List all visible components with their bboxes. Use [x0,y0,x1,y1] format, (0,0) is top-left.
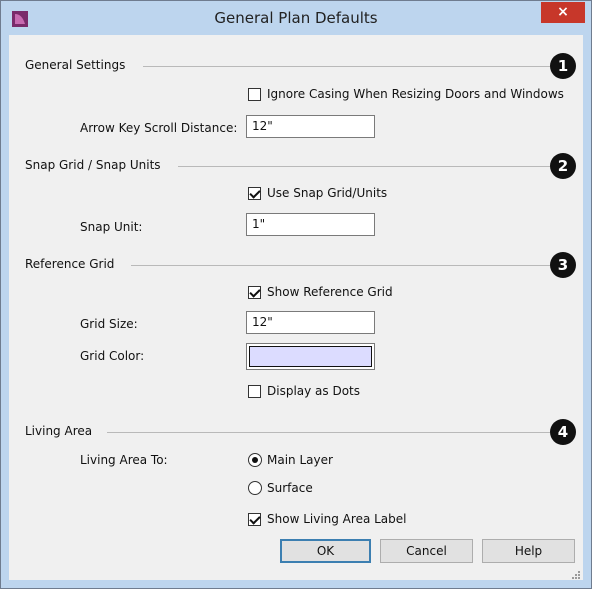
main-layer-label[interactable]: Main Layer [267,453,333,467]
section-divider [107,432,550,433]
surface-label[interactable]: Surface [267,481,313,495]
display-as-dots-label[interactable]: Display as Dots [267,384,360,398]
show-living-area-label-label[interactable]: Show Living Area Label [267,512,407,526]
show-living-area-label-checkbox[interactable] [248,513,261,526]
display-as-dots-checkbox[interactable] [248,385,261,398]
use-snap-grid-checkbox[interactable] [248,187,261,200]
title-bar[interactable]: General Plan Defaults × [1,1,591,35]
section-title-general: General Settings [25,58,126,72]
grid-size-label: Grid Size: [80,317,138,331]
section-title-reference: Reference Grid [25,257,115,271]
snap-unit-input[interactable]: 1" [246,213,375,236]
cancel-button[interactable]: Cancel [380,539,473,563]
section-divider [143,66,550,67]
grid-size-input[interactable]: 12" [246,311,375,334]
ignore-casing-checkbox[interactable] [248,88,261,101]
resize-grip-icon[interactable] [571,570,581,580]
close-button[interactable]: × [541,2,585,23]
dialog-body: General Settings 1 Ignore Casing When Re… [9,35,583,580]
show-reference-grid-checkbox[interactable] [248,286,261,299]
help-button[interactable]: Help [482,539,575,563]
grid-color-swatch [249,346,372,367]
ok-button[interactable]: OK [280,539,371,563]
section-divider [131,265,550,266]
living-area-to-label: Living Area To: [80,453,168,467]
section-badge-4: 4 [550,419,576,445]
section-title-snap: Snap Grid / Snap Units [25,158,161,172]
section-title-living: Living Area [25,424,93,438]
grid-color-button[interactable] [246,343,375,370]
show-reference-grid-label[interactable]: Show Reference Grid [267,285,393,299]
use-snap-grid-label[interactable]: Use Snap Grid/Units [267,186,387,200]
main-layer-radio[interactable] [248,453,262,467]
section-divider [178,166,550,167]
grid-color-label: Grid Color: [80,349,145,363]
section-badge-1: 1 [550,53,576,79]
arrow-key-scroll-input[interactable]: 12" [246,115,375,138]
arrow-key-scroll-label: Arrow Key Scroll Distance: [80,121,238,135]
section-badge-2: 2 [550,153,576,179]
dialog-title: General Plan Defaults [214,9,378,27]
dialog-window: General Plan Defaults × General Settings… [0,0,592,589]
close-icon: × [557,4,569,20]
ignore-casing-label[interactable]: Ignore Casing When Resizing Doors and Wi… [267,87,564,101]
section-badge-3: 3 [550,252,576,278]
surface-radio[interactable] [248,481,262,495]
snap-unit-label: Snap Unit: [80,220,143,234]
